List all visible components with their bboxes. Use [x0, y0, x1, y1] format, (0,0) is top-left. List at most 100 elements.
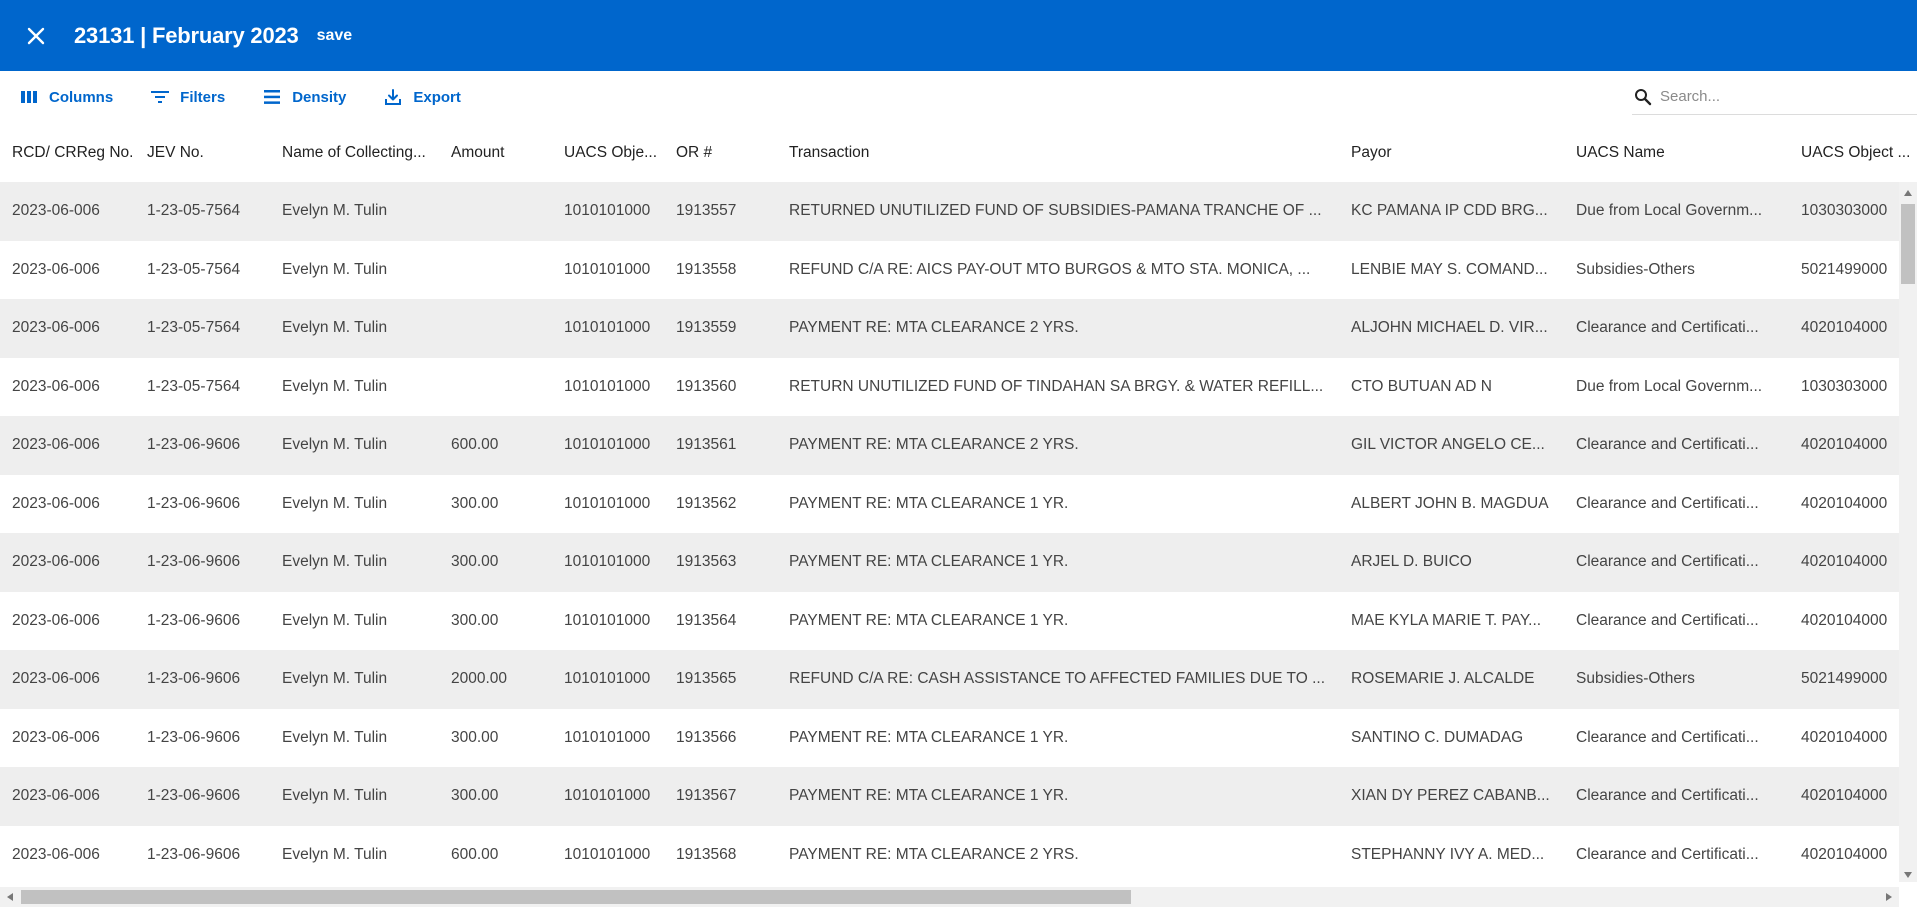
cell-uacs-object-code: 1030303000: [1801, 377, 1888, 395]
cell-uacs-object: 1010101000: [564, 670, 651, 687]
cell-payor: ALJOHN MICHAEL D. VIR...: [1351, 319, 1548, 336]
cell-transaction: PAYMENT RE: MTA CLEARANCE 1 YR.: [789, 728, 1069, 746]
columns-label: Columns: [49, 88, 114, 106]
cell-uacs-object-code: 4020104000: [1801, 611, 1888, 629]
cell-payor: ROSEMARIE J. ALCALDE: [1351, 670, 1535, 687]
filters-label: Filters: [180, 88, 226, 106]
cell-uacs-object: 1010101000: [564, 787, 651, 804]
horizontal-scroll-thumb[interactable]: [21, 890, 1131, 904]
cell-uacs-object-code: 4020104000: [1801, 845, 1888, 863]
table-row[interactable]: 2023-06-006 1-23-05-7564 Evelyn M. Tulin 10…: [0, 182, 1899, 241]
column-header-collecting-officer[interactable]: Name of Collecting...: [282, 123, 442, 182]
table-row[interactable]: 2023-06-006 1-23-05-7564 Evelyn M. Tulin 10…: [0, 299, 1899, 358]
columns-button[interactable]: Columns: [12, 79, 119, 115]
cell-uacs-object: 1010101000: [564, 260, 651, 278]
column-header-uacs-object[interactable]: UACS Obje...: [564, 123, 666, 182]
cell-uacs-object: 1010101000: [564, 845, 651, 863]
cell-uacs-name: Subsidies-Others: [1576, 670, 1695, 687]
close-button[interactable]: [18, 18, 54, 54]
cell-amount: [451, 241, 551, 300]
cell-uacs-object-code: 4020104000: [1801, 436, 1888, 453]
grid-toolbar: Columns Filters Density Export Search...: [0, 71, 1917, 123]
cell-uacs-object-code: 4020104000: [1801, 728, 1888, 746]
scroll-right-icon[interactable]: [1884, 892, 1894, 902]
cell-payor: STEPHANNY IVY A. MED...: [1351, 845, 1545, 863]
cell-or-number: 1913559: [676, 319, 737, 336]
cell-amount: 300.00: [451, 787, 499, 804]
column-header-amount[interactable]: Amount: [451, 123, 551, 182]
cell-uacs-name: Clearance and Certificati...: [1576, 728, 1759, 746]
save-button[interactable]: save: [317, 27, 353, 45]
scroll-down-icon[interactable]: [1903, 870, 1913, 880]
cell-uacs-name: Due from Local Governm...: [1576, 377, 1763, 395]
cell-uacs-object-code: 4020104000: [1801, 319, 1888, 336]
cell-collecting-officer: Evelyn M. Tulin: [282, 436, 388, 453]
cell-collecting-officer: Evelyn M. Tulin: [282, 202, 388, 219]
cell-amount: 300.00: [451, 728, 499, 746]
cell-uacs-object: 1010101000: [564, 494, 651, 512]
table-row[interactable]: 2023-06-006 1-23-05-7564 Evelyn M. Tulin 10…: [0, 358, 1899, 417]
cell-payor: MAE KYLA MARIE T. PAY...: [1351, 611, 1542, 629]
cell-amount: 2000.00: [451, 670, 508, 687]
column-header-payor[interactable]: Payor: [1351, 123, 1551, 182]
cell-uacs-object: 1010101000: [564, 202, 651, 219]
column-header-or-number[interactable]: OR #: [676, 123, 776, 182]
table-row[interactable]: 2023-06-006 1-23-06-9606 Evelyn M. Tulin 30…: [0, 475, 1899, 534]
cell-payor: XIAN DY PEREZ CABANB...: [1351, 787, 1550, 804]
cell-jev: 1-23-06-9606: [147, 436, 241, 453]
cell-uacs-name: Clearance and Certificati...: [1576, 845, 1759, 863]
cell-jev: 1-23-06-9606: [147, 611, 241, 629]
cell-uacs-name: Clearance and Certificati...: [1576, 436, 1759, 453]
table-row[interactable]: 2023-06-006 1-23-06-9606 Evelyn M. Tulin 30…: [0, 709, 1899, 768]
cell-amount: [451, 182, 551, 241]
cell-rcd: 2023-06-006: [12, 845, 100, 863]
cell-rcd: 2023-06-006: [12, 553, 100, 570]
cell-rcd: 2023-06-006: [12, 728, 100, 746]
column-header-uacs-object-code[interactable]: UACS Object ...: [1801, 123, 1917, 182]
cell-payor: CTO BUTUAN AD N: [1351, 377, 1492, 395]
table-row[interactable]: 2023-06-006 1-23-06-9606 Evelyn M. Tulin 60…: [0, 826, 1899, 883]
cell-jev: 1-23-05-7564: [147, 319, 241, 336]
export-button[interactable]: Export: [376, 79, 467, 115]
cell-collecting-officer: Evelyn M. Tulin: [282, 787, 388, 804]
column-header-rcd[interactable]: RCD/ CRReg No.: [12, 123, 140, 182]
cell-payor: ARJEL D. BUICO: [1351, 553, 1472, 570]
cell-uacs-name: Clearance and Certificati...: [1576, 553, 1759, 570]
cell-uacs-object-code: 5021499000: [1801, 260, 1888, 278]
cell-amount: 600.00: [451, 845, 499, 863]
table-row[interactable]: 2023-06-006 1-23-06-9606 Evelyn M. Tulin 60…: [0, 416, 1899, 475]
table-row[interactable]: 2023-06-006 1-23-06-9606 Evelyn M. Tulin 30…: [0, 767, 1899, 826]
cell-jev: 1-23-06-9606: [147, 553, 241, 570]
cell-jev: 1-23-06-9606: [147, 728, 241, 746]
export-icon: [382, 86, 404, 108]
cell-payor: SANTINO C. DUMADAG: [1351, 728, 1524, 746]
cell-transaction: PAYMENT RE: MTA CLEARANCE 2 YRS.: [789, 319, 1079, 336]
cell-or-number: 1913557: [676, 202, 737, 219]
table-row[interactable]: 2023-06-006 1-23-06-9606 Evelyn M. Tulin 20…: [0, 650, 1899, 709]
vertical-scroll-thumb[interactable]: [1901, 204, 1915, 284]
filter-icon: [149, 86, 171, 108]
cell-rcd: 2023-06-006: [12, 787, 100, 804]
density-icon: [261, 86, 283, 108]
app-bar: 23131 | February 2023 save: [0, 0, 1917, 71]
cell-payor: ALBERT JOHN B. MAGDUA: [1351, 494, 1549, 512]
cell-transaction: RETURN UNUTILIZED FUND OF TINDAHAN SA BR…: [789, 377, 1324, 395]
column-header-transaction[interactable]: Transaction: [789, 123, 1329, 182]
column-header-jev[interactable]: JEV No.: [147, 123, 267, 182]
vertical-scrollbar[interactable]: [1899, 182, 1917, 882]
cell-uacs-object: 1010101000: [564, 436, 651, 453]
table-row[interactable]: 2023-06-006 1-23-06-9606 Evelyn M. Tulin 30…: [0, 533, 1899, 592]
cell-collecting-officer: Evelyn M. Tulin: [282, 670, 388, 687]
table-row[interactable]: 2023-06-006 1-23-05-7564 Evelyn M. Tulin 10…: [0, 241, 1899, 300]
cell-payor: LENBIE MAY S. COMAND...: [1351, 260, 1548, 278]
table-row[interactable]: 2023-06-006 1-23-06-9606 Evelyn M. Tulin 30…: [0, 592, 1899, 651]
column-header-uacs-name[interactable]: UACS Name: [1576, 123, 1776, 182]
scroll-up-icon[interactable]: [1903, 188, 1913, 198]
search-input[interactable]: [1660, 88, 1900, 105]
cell-rcd: 2023-06-006: [12, 611, 100, 629]
filters-button[interactable]: Filters: [143, 79, 231, 115]
density-button[interactable]: Density: [255, 79, 352, 115]
horizontal-scrollbar[interactable]: [0, 887, 1899, 907]
scroll-left-icon[interactable]: [5, 892, 15, 902]
cell-or-number: 1913566: [676, 728, 737, 746]
